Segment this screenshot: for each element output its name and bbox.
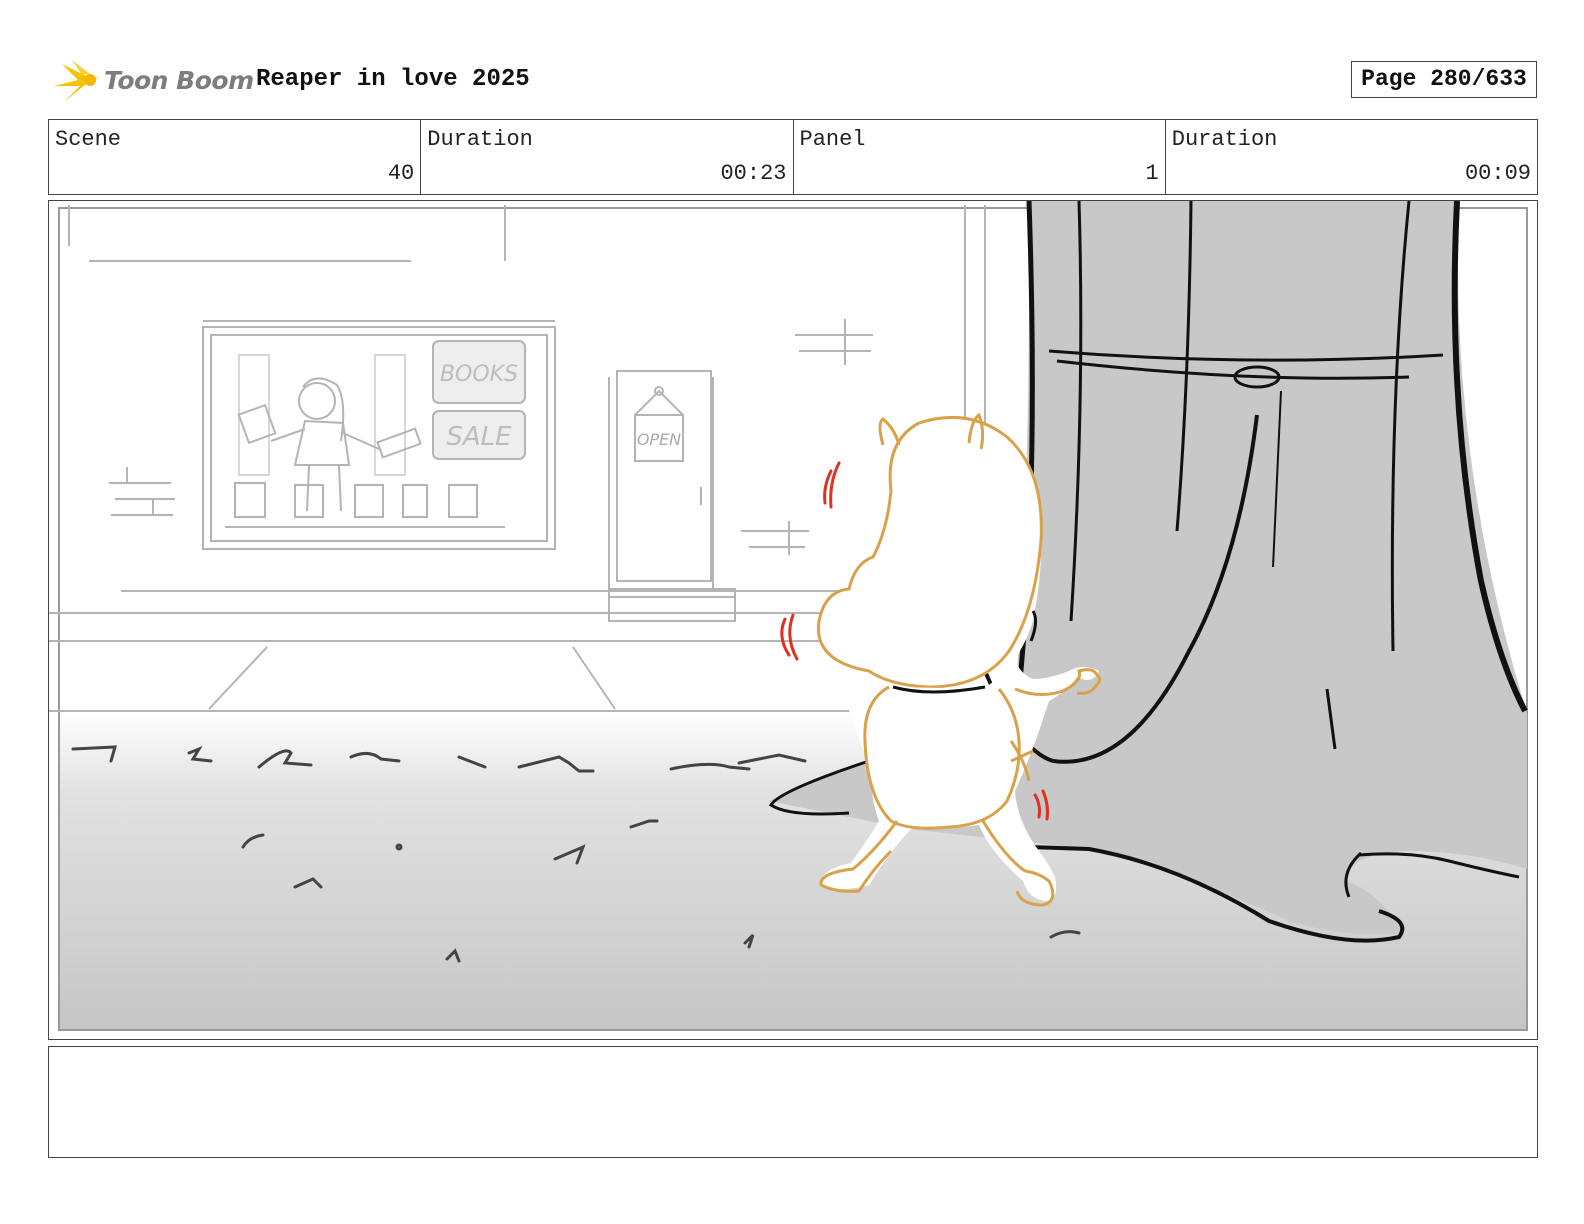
logo-wordmark: Toon Boom xyxy=(104,66,254,95)
scene-duration-value: 00:23 xyxy=(720,161,787,186)
scene-duration-cell: Duration 00:23 xyxy=(421,120,794,194)
panel-drawing: BOOKS SALE OPEN xyxy=(49,201,1528,1031)
toon-boom-logo: Toon Boom xyxy=(52,56,254,106)
storyboard-panel: BOOKS SALE OPEN xyxy=(48,200,1538,1040)
project-title: Reaper in love 2025 xyxy=(256,66,530,93)
sale-sign-text: SALE xyxy=(446,422,512,452)
logo-burst-icon xyxy=(54,60,98,102)
panel-duration-label: Duration xyxy=(1171,127,1278,152)
panel-duration-value: 00:09 xyxy=(1464,161,1531,186)
scene-cell: Scene 40 xyxy=(49,120,422,194)
scene-value: 40 xyxy=(387,161,415,186)
panel-value: 1 xyxy=(1145,161,1159,186)
panel-info-row: Scene 40 Duration 00:23 Panel 1 Duration… xyxy=(48,119,1538,195)
door-sign-text: OPEN xyxy=(637,430,681,449)
shop-door xyxy=(608,370,736,622)
page-indicator: Page 280/633 xyxy=(1351,61,1537,98)
panel-label: Panel xyxy=(799,127,866,152)
scene-duration-label: Duration xyxy=(427,127,533,152)
panel-duration-cell: Duration 00:09 xyxy=(1166,120,1537,194)
panel-cell: Panel 1 xyxy=(794,120,1166,194)
window-signs: BOOKS SALE xyxy=(432,340,526,460)
scene-label: Scene xyxy=(55,127,122,152)
books-sign-text: BOOKS xyxy=(440,362,518,387)
panel-notes xyxy=(48,1046,1538,1158)
